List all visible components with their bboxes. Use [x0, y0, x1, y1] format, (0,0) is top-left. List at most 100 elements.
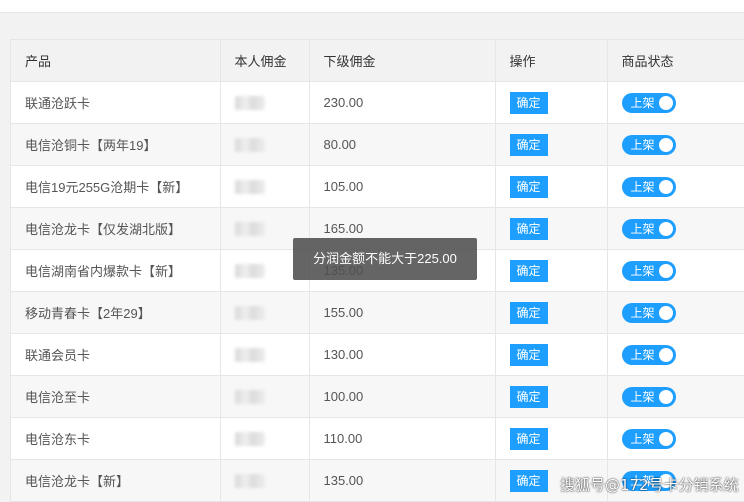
- status-toggle-label: 上架: [630, 179, 655, 194]
- sub-commission: 135.00: [309, 459, 496, 501]
- status-toggle[interactable]: 上架: [621, 260, 676, 281]
- sub-commission: 80.00: [309, 123, 496, 166]
- own-commission: [220, 333, 310, 376]
- redacted-value: [234, 264, 265, 279]
- status-cell: 上架: [607, 291, 744, 334]
- own-commission: [220, 165, 310, 208]
- action-cell: 确定: [495, 333, 608, 376]
- action-cell: 确定: [495, 81, 608, 124]
- status-toggle[interactable]: 上架: [621, 176, 676, 197]
- table-row: 电信19元255G沧期卡【新】 105.00 确定 上架: [11, 165, 744, 208]
- status-toggle-label: 上架: [630, 221, 655, 236]
- table-row: 电信沧铜卡【两年19】 80.00 确定 上架: [11, 123, 744, 166]
- confirm-button[interactable]: 确定: [509, 301, 548, 324]
- status-toggle[interactable]: 上架: [621, 428, 676, 449]
- own-commission: [220, 375, 310, 418]
- status-cell: 上架: [607, 333, 744, 376]
- toggle-knob: [658, 137, 673, 152]
- status-cell: 上架: [607, 417, 744, 460]
- redacted-value: [234, 390, 265, 405]
- confirm-button[interactable]: 确定: [509, 259, 548, 282]
- confirm-button[interactable]: 确定: [509, 133, 548, 156]
- status-cell: 上架: [607, 123, 744, 166]
- redacted-value: [234, 306, 265, 321]
- action-cell: 确定: [495, 207, 608, 250]
- product-name: 电信沧龙卡【仅发湖北版】: [11, 207, 221, 250]
- toggle-knob: [658, 305, 673, 320]
- status-toggle-label: 上架: [630, 431, 655, 446]
- table-header-row: 产品 本人佣金 下级佣金 操作 商品状态: [11, 40, 744, 82]
- top-bar: [0, 0, 744, 13]
- confirm-button[interactable]: 确定: [509, 91, 548, 114]
- status-toggle[interactable]: 上架: [621, 92, 676, 113]
- action-cell: 确定: [495, 123, 608, 166]
- toggle-knob: [658, 263, 673, 278]
- table-row: 联通沧跃卡 230.00 确定 上架: [11, 81, 744, 124]
- product-name: 电信沧龙卡【新】: [11, 459, 221, 501]
- own-commission: [220, 81, 310, 124]
- sub-commission: 130.00: [309, 333, 496, 376]
- toggle-knob: [658, 389, 673, 404]
- table-row: 联通会员卡 130.00 确定 上架: [11, 333, 744, 376]
- header-sub-commission: 下级佣金: [309, 40, 496, 82]
- product-name: 联通会员卡: [11, 333, 221, 376]
- sub-commission: 110.00: [309, 417, 496, 460]
- redacted-value: [234, 348, 265, 363]
- product-name: 移动青春卡【2年29】: [11, 291, 221, 334]
- status-toggle-label: 上架: [630, 389, 655, 404]
- confirm-button[interactable]: 确定: [509, 427, 548, 450]
- status-toggle[interactable]: 上架: [621, 134, 676, 155]
- product-name: 电信沧铜卡【两年19】: [11, 123, 221, 166]
- own-commission: [220, 123, 310, 166]
- sub-commission: 100.00: [309, 375, 496, 418]
- status-toggle-label: 上架: [630, 95, 655, 110]
- redacted-value: [234, 138, 265, 153]
- own-commission: [220, 291, 310, 334]
- action-cell: 确定: [495, 249, 608, 292]
- redacted-value: [234, 96, 265, 111]
- status-cell: 上架: [607, 249, 744, 292]
- sub-commission: 230.00: [309, 81, 496, 124]
- confirm-button[interactable]: 确定: [509, 469, 548, 492]
- status-cell: 上架: [607, 81, 744, 124]
- own-commission: [220, 417, 310, 460]
- redacted-value: [234, 474, 265, 489]
- status-cell: 上架: [607, 165, 744, 208]
- sub-commission: 105.00: [309, 165, 496, 208]
- status-toggle[interactable]: 上架: [621, 302, 676, 323]
- status-toggle-label: 上架: [630, 347, 655, 362]
- status-toggle[interactable]: 上架: [621, 344, 676, 365]
- action-cell: 确定: [495, 165, 608, 208]
- status-cell: 上架: [607, 207, 744, 250]
- product-name: 电信沧至卡: [11, 375, 221, 418]
- table-row: 电信沧东卡 110.00 确定 上架: [11, 417, 744, 460]
- header-product: 产品: [11, 40, 221, 82]
- toggle-knob: [658, 179, 673, 194]
- table-row: 电信沧至卡 100.00 确定 上架: [11, 375, 744, 418]
- status-toggle[interactable]: 上架: [621, 386, 676, 407]
- table-row: 移动青春卡【2年29】 155.00 确定 上架: [11, 291, 744, 334]
- header-own-commission: 本人佣金: [220, 40, 310, 82]
- sub-commission: 155.00: [309, 291, 496, 334]
- status-cell: 上架: [607, 375, 744, 418]
- status-toggle-label: 上架: [630, 137, 655, 152]
- header-action: 操作: [495, 40, 608, 82]
- action-cell: 确定: [495, 417, 608, 460]
- own-commission: [220, 459, 310, 501]
- toggle-knob: [658, 347, 673, 362]
- status-toggle[interactable]: 上架: [621, 218, 676, 239]
- redacted-value: [234, 222, 265, 237]
- action-cell: 确定: [495, 375, 608, 418]
- product-name: 电信湖南省内爆款卡【新】: [11, 249, 221, 292]
- toast-message: 分润金额不能大于225.00: [293, 238, 477, 280]
- toggle-knob: [658, 221, 673, 236]
- confirm-button[interactable]: 确定: [509, 217, 548, 240]
- toggle-knob: [658, 95, 673, 110]
- header-status: 商品状态: [607, 40, 744, 82]
- product-name: 电信沧东卡: [11, 417, 221, 460]
- confirm-button[interactable]: 确定: [509, 343, 548, 366]
- redacted-value: [234, 432, 265, 447]
- action-cell: 确定: [495, 291, 608, 334]
- confirm-button[interactable]: 确定: [509, 385, 548, 408]
- confirm-button[interactable]: 确定: [509, 175, 548, 198]
